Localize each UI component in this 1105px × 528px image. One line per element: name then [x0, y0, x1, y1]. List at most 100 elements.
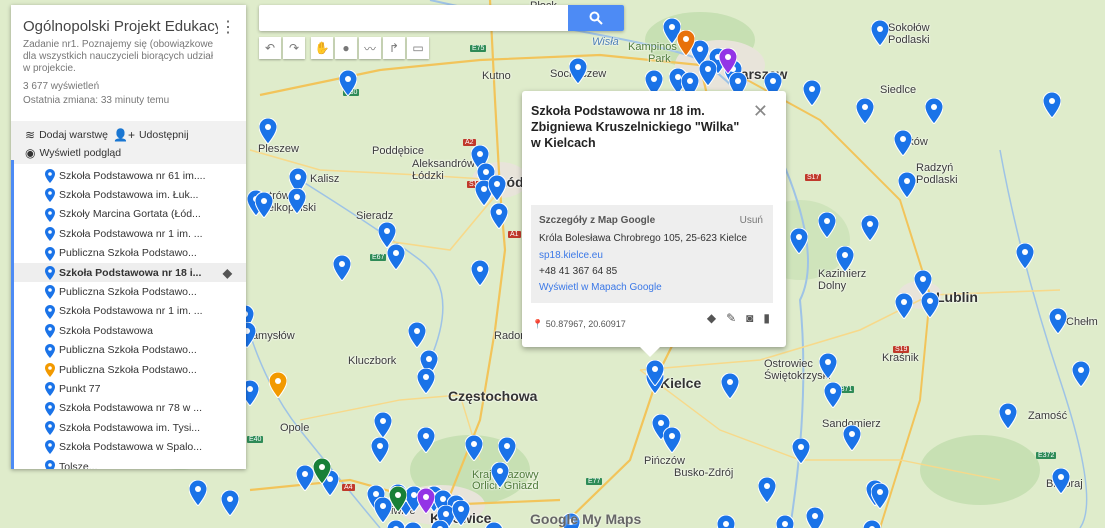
- map-marker[interactable]: [259, 118, 277, 144]
- map-marker-selected[interactable]: [646, 360, 664, 386]
- draw-line-icon[interactable]: 〰: [359, 37, 381, 59]
- map-marker[interactable]: [792, 438, 810, 464]
- hand-icon[interactable]: ✋: [311, 37, 333, 59]
- map-marker[interactable]: [417, 368, 435, 394]
- map-marker[interactable]: [790, 228, 808, 254]
- map-marker[interactable]: [387, 520, 405, 528]
- search-input[interactable]: [265, 8, 559, 30]
- list-item[interactable]: Szkoła Podstawowa im. Łuk...: [11, 185, 246, 204]
- map-title[interactable]: Ogólnopolski Projekt Edukacyjny ...: [23, 18, 218, 35]
- list-item[interactable]: Publiczna Szkoła Podstawo...: [11, 282, 246, 301]
- map-marker[interactable]: [921, 292, 939, 318]
- map-marker[interactable]: [569, 58, 587, 84]
- list-item[interactable]: Szkoła Podstawowa nr 1 im. ...: [11, 302, 246, 321]
- map-marker[interactable]: [999, 403, 1017, 429]
- map-marker[interactable]: [819, 353, 837, 379]
- map-marker[interactable]: [1043, 92, 1061, 118]
- map-marker[interactable]: [431, 520, 449, 528]
- map-marker[interactable]: [806, 507, 824, 528]
- map-marker[interactable]: [776, 515, 794, 528]
- map-marker[interactable]: [189, 480, 207, 506]
- list-item[interactable]: Publiczna Szkoła Podstawo...: [11, 244, 246, 263]
- paint-bucket-icon[interactable]: ◆: [707, 311, 716, 325]
- list-item[interactable]: Publiczna Szkoła Podstawo...: [11, 360, 246, 379]
- map-marker[interactable]: [677, 30, 695, 56]
- map-marker[interactable]: [898, 172, 916, 198]
- map-marker[interactable]: [863, 520, 881, 528]
- list-item[interactable]: Punkt 77: [11, 379, 246, 398]
- website-link[interactable]: sp18.kielce.eu: [539, 250, 603, 261]
- list-item[interactable]: Szkoła Podstawowa w Spalo...: [11, 437, 246, 456]
- map-marker[interactable]: [721, 373, 739, 399]
- map-marker[interactable]: [255, 192, 273, 218]
- map-marker[interactable]: [387, 244, 405, 270]
- map-marker[interactable]: [818, 212, 836, 238]
- marker-tool-icon[interactable]: ●: [335, 37, 357, 59]
- map-marker[interactable]: [498, 437, 516, 463]
- list-item[interactable]: Publiczna Szkoła Podstawo...: [11, 341, 246, 360]
- map-marker[interactable]: [417, 427, 435, 453]
- map-marker[interactable]: [1049, 308, 1067, 334]
- undo-icon[interactable]: ↶: [259, 37, 281, 59]
- remove-link[interactable]: Usuń: [740, 215, 763, 226]
- camera-icon[interactable]: ◙: [746, 311, 753, 325]
- map-marker[interactable]: [485, 522, 503, 528]
- map-marker[interactable]: [699, 60, 717, 86]
- map-marker[interactable]: [465, 435, 483, 461]
- map-marker[interactable]: [1072, 361, 1090, 387]
- map-marker[interactable]: [490, 203, 508, 229]
- map-marker[interactable]: [895, 293, 913, 319]
- map-marker[interactable]: [333, 255, 351, 281]
- map-marker[interactable]: [856, 98, 874, 124]
- directions-icon[interactable]: ↱: [383, 37, 405, 59]
- list-item[interactable]: Szkoły Marcina Gortata (Łód...: [11, 205, 246, 224]
- more-options-icon[interactable]: ⋮: [220, 17, 236, 37]
- map-marker[interactable]: [471, 260, 489, 286]
- map-marker[interactable]: [404, 522, 422, 528]
- redo-icon[interactable]: ↷: [283, 37, 305, 59]
- map-marker[interactable]: [871, 20, 889, 46]
- map-marker[interactable]: [803, 80, 821, 106]
- add-layer-button[interactable]: ≋ Dodaj warstwę: [25, 128, 108, 142]
- map-marker[interactable]: [758, 477, 776, 503]
- map-marker[interactable]: [871, 483, 889, 509]
- map-marker[interactable]: [269, 372, 287, 398]
- map-marker[interactable]: [717, 515, 735, 528]
- edit-icon[interactable]: ✎: [726, 311, 736, 325]
- list-item[interactable]: Szkoła Podstawowa im. Tysi...: [11, 418, 246, 437]
- list-item[interactable]: Szkoła Podstawowa nr 61 im....: [11, 166, 246, 185]
- map-marker[interactable]: [296, 465, 314, 491]
- map-marker[interactable]: [1052, 468, 1070, 494]
- style-icon[interactable]: ◆: [223, 266, 232, 280]
- map-marker[interactable]: [452, 500, 470, 526]
- map-marker[interactable]: [417, 488, 435, 514]
- preview-button[interactable]: ◉ Wyświetl podgląd: [25, 146, 121, 160]
- map-marker[interactable]: [894, 130, 912, 156]
- map-marker[interactable]: [371, 437, 389, 463]
- delete-icon[interactable]: ▮: [763, 311, 770, 325]
- map-marker[interactable]: [1016, 243, 1034, 269]
- map-marker[interactable]: [491, 462, 509, 488]
- map-marker[interactable]: [663, 427, 681, 453]
- search-button[interactable]: [568, 5, 624, 31]
- list-item[interactable]: Szkoła Podstawowa nr 78 w ...: [11, 399, 246, 418]
- map-marker[interactable]: [374, 412, 392, 438]
- list-item[interactable]: Szkoła Podstawowa: [11, 321, 246, 340]
- map-marker[interactable]: [861, 215, 879, 241]
- map-marker[interactable]: [339, 70, 357, 96]
- list-item[interactable]: Tolsze...: [11, 457, 246, 469]
- map-marker[interactable]: [836, 246, 854, 272]
- map-marker[interactable]: [221, 490, 239, 516]
- map-marker[interactable]: [488, 175, 506, 201]
- map-marker[interactable]: [719, 48, 737, 74]
- map-marker[interactable]: [288, 188, 306, 214]
- list-item[interactable]: Szkoła Podstawowa nr 1 im. ...: [11, 224, 246, 243]
- map-marker[interactable]: [408, 322, 426, 348]
- ruler-icon[interactable]: ▭: [407, 37, 429, 59]
- view-in-google-maps-link[interactable]: Wyświetl w Mapach Google: [539, 282, 662, 293]
- map-marker[interactable]: [313, 458, 331, 484]
- list-item[interactable]: Szkoła Podstawowa nr 18 i... ◆: [11, 262, 246, 283]
- share-button[interactable]: 👤+ Udostępnij: [113, 128, 189, 142]
- close-icon[interactable]: ✕: [753, 101, 768, 122]
- map-marker[interactable]: [843, 425, 861, 451]
